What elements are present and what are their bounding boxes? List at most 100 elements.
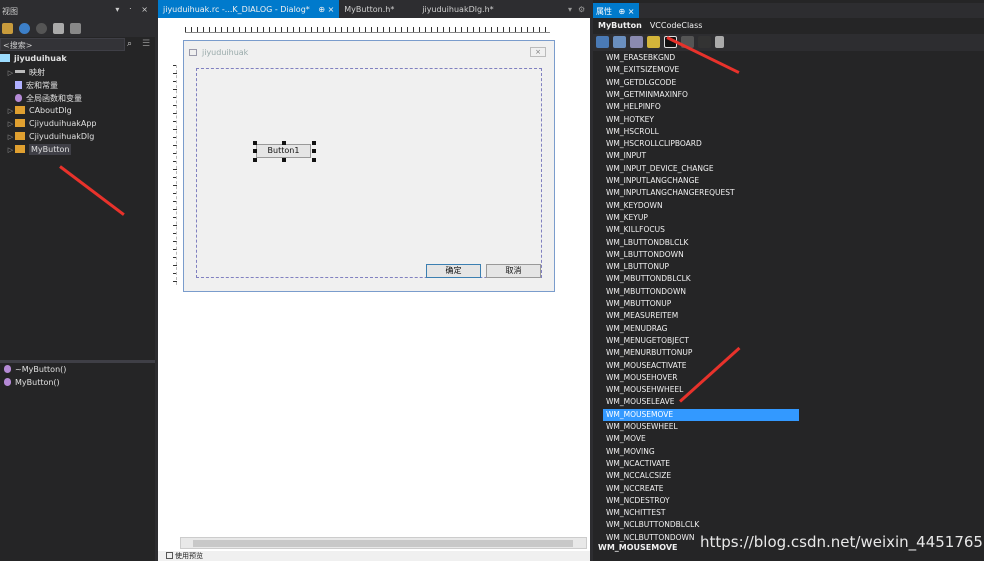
resize-handle[interactable] bbox=[253, 158, 257, 162]
message-item[interactable]: WM_KEYDOWN bbox=[603, 200, 799, 212]
member-constructor[interactable]: MyButton() bbox=[0, 378, 60, 391]
search-icon[interactable]: ⌕ bbox=[127, 39, 132, 49]
message-item[interactable]: WM_MBUTTONDOWN bbox=[603, 286, 799, 298]
settings-icon[interactable]: ☰ bbox=[142, 39, 150, 49]
message-item[interactable]: WM_INPUTLANGCHANGEREQUEST bbox=[603, 187, 799, 199]
editor-settings-icon[interactable]: ⚙ bbox=[578, 5, 585, 14]
member-destructor[interactable]: ~MyButton() bbox=[0, 365, 66, 378]
folder-icon[interactable] bbox=[2, 23, 13, 34]
tree-item-caboutdlg[interactable]: ▷ CAboutDlg bbox=[0, 106, 72, 119]
forward-icon[interactable] bbox=[36, 23, 47, 34]
message-item[interactable]: WM_MOVING bbox=[603, 446, 799, 458]
message-item[interactable]: WM_MENURBUTTONUP bbox=[603, 347, 799, 359]
dialog-preview[interactable]: jiyuduihuak × Button1 确定 取消 bbox=[183, 40, 555, 292]
button1-control[interactable]: Button1 bbox=[256, 144, 311, 158]
tab-dialog-resource[interactable]: jiyuduihuak.rc -...K_DIALOG - Dialog* ⊕ … bbox=[158, 0, 340, 18]
object-name: MyButton bbox=[598, 21, 642, 30]
message-item[interactable]: WM_HELPINFO bbox=[603, 101, 799, 113]
tab-overflow-icon[interactable]: ▾ bbox=[568, 5, 572, 14]
message-item[interactable]: WM_GETMINMAXINFO bbox=[603, 89, 799, 101]
message-item[interactable]: WM_NCCALCSIZE bbox=[603, 470, 799, 482]
resize-handle[interactable] bbox=[312, 158, 316, 162]
tree-item-project[interactable]: jiyuduihuak bbox=[0, 54, 67, 67]
cancel-button[interactable]: 取消 bbox=[486, 264, 541, 278]
message-item[interactable]: WM_MOVE bbox=[603, 433, 799, 445]
tab-pin-close-icon[interactable]: ⊕ × bbox=[318, 5, 334, 14]
close-icon[interactable]: × bbox=[530, 47, 546, 57]
message-item[interactable]: WM_NCCREATE bbox=[603, 483, 799, 495]
message-item[interactable]: WM_INPUT_DEVICE_CHANGE bbox=[603, 163, 799, 175]
horizontal-scrollbar[interactable] bbox=[180, 537, 587, 549]
ok-button[interactable]: 确定 bbox=[426, 264, 481, 278]
properties-object-header: MyButton VCCodeClass bbox=[593, 18, 984, 34]
class-icon bbox=[15, 119, 25, 127]
class-icon bbox=[15, 145, 25, 153]
message-item[interactable]: WM_MENUDRAG bbox=[603, 323, 799, 335]
categorized-icon[interactable] bbox=[596, 36, 609, 48]
dialog-client-area[interactable]: Button1 确定 取消 bbox=[196, 68, 542, 278]
message-item[interactable]: WM_NCACTIVATE bbox=[603, 458, 799, 470]
message-item[interactable]: WM_MENUGETOBJECT bbox=[603, 335, 799, 347]
class-view-toolbar bbox=[0, 21, 155, 37]
class-view-search-input[interactable]: <搜索> bbox=[0, 38, 125, 51]
scrollbar-thumb[interactable] bbox=[193, 540, 573, 547]
message-item[interactable]: WM_LBUTTONUP bbox=[603, 261, 799, 273]
message-item[interactable]: WM_NCHITTEST bbox=[603, 507, 799, 519]
message-item[interactable]: WM_INPUTLANGCHANGE bbox=[603, 175, 799, 187]
resize-handle[interactable] bbox=[282, 158, 286, 162]
object-type: VCCodeClass bbox=[649, 21, 703, 30]
expand-arrow-icon[interactable]: ▷ bbox=[6, 133, 15, 141]
expand-arrow-icon[interactable]: ▷ bbox=[6, 69, 15, 77]
back-icon[interactable] bbox=[19, 23, 30, 34]
tab-mybutton-h[interactable]: MyButton.h* bbox=[339, 0, 418, 18]
resize-handle[interactable] bbox=[253, 141, 257, 145]
settings-gear-icon[interactable] bbox=[53, 23, 64, 34]
message-item[interactable]: WM_LBUTTONDOWN bbox=[603, 249, 799, 261]
message-item[interactable]: WM_MOUSEACTIVATE bbox=[603, 360, 799, 372]
properties-tab[interactable]: 属性 ⊕ × bbox=[593, 3, 639, 18]
resize-handle[interactable] bbox=[282, 141, 286, 145]
tree-item-mybutton[interactable]: ▷ MyButton bbox=[0, 144, 72, 158]
message-item[interactable]: WM_MBUTTONUP bbox=[603, 298, 799, 310]
vertical-ruler bbox=[165, 65, 177, 285]
message-item[interactable]: WM_MBUTTONDBLCLK bbox=[603, 273, 799, 285]
annotation-arrow bbox=[666, 36, 747, 74]
message-item[interactable]: WM_KILLFOCUS bbox=[603, 224, 799, 236]
resize-handle[interactable] bbox=[253, 149, 257, 153]
new-folder-icon[interactable] bbox=[70, 23, 81, 34]
panel-splitter[interactable] bbox=[0, 360, 155, 363]
resize-handle[interactable] bbox=[312, 141, 316, 145]
resize-handle[interactable] bbox=[312, 149, 316, 153]
panel-pin-close-icons[interactable]: ▾ ᛫ × bbox=[115, 5, 151, 14]
preview-checkbox[interactable] bbox=[166, 552, 173, 559]
message-item[interactable]: WM_MOUSEWHEEL bbox=[603, 421, 799, 433]
message-item[interactable]: WM_MOUSEHWHEEL bbox=[603, 384, 799, 396]
properties-tab-bar bbox=[593, 3, 984, 18]
expand-arrow-icon[interactable]: ▷ bbox=[6, 120, 15, 128]
message-item[interactable]: WM_MOUSEMOVE bbox=[603, 408, 799, 421]
class-view-panel: 视图 ▾ ᛫ × <搜索> ⌕ ☰ jiyuduihuak ▷ 映射 宏和常量 全… bbox=[0, 0, 155, 561]
tree-item-maps[interactable]: ▷ 映射 bbox=[0, 67, 45, 80]
tree-item-macros[interactable]: 宏和常量 bbox=[0, 80, 58, 93]
message-item[interactable]: WM_EXITSIZEMOVE bbox=[603, 64, 799, 76]
message-item[interactable]: WM_INPUT bbox=[603, 150, 799, 162]
expand-arrow-icon[interactable]: ▷ bbox=[6, 146, 15, 154]
message-item[interactable]: WM_NCLBUTTONDBLCLK bbox=[603, 519, 799, 531]
tab-dlg-h[interactable]: jiyuduihuakDlg.h* bbox=[417, 0, 499, 18]
tree-item-globals[interactable]: 全局函数和变量 bbox=[0, 93, 82, 106]
alphabetical-icon[interactable] bbox=[613, 36, 626, 48]
properties-icon[interactable] bbox=[630, 36, 643, 48]
events-lightning-icon[interactable] bbox=[647, 36, 660, 48]
message-item[interactable]: WM_GETDLGCODE bbox=[603, 77, 799, 89]
class-view-title-bar: 视图 ▾ ᛫ × bbox=[0, 0, 155, 21]
tree-item-app[interactable]: ▷ CjiyuduihuakApp bbox=[0, 119, 97, 132]
message-item[interactable]: WM_MEASUREITEM bbox=[603, 310, 799, 322]
message-item[interactable]: WM_HSCROLL bbox=[603, 126, 799, 138]
message-item[interactable]: WM_HOTKEY bbox=[603, 114, 799, 126]
message-item[interactable]: WM_NCDESTROY bbox=[603, 495, 799, 507]
message-item[interactable]: WM_HSCROLLCLIPBOARD bbox=[603, 138, 799, 150]
message-item[interactable]: WM_LBUTTONDBLCLK bbox=[603, 237, 799, 249]
message-item[interactable]: WM_KEYUP bbox=[603, 212, 799, 224]
expand-arrow-icon[interactable]: ▷ bbox=[6, 107, 15, 115]
message-list[interactable]: WM_ERASEBKGND WM_EXITSIZEMOVE WM_GETDLGCOD… bbox=[603, 52, 799, 542]
